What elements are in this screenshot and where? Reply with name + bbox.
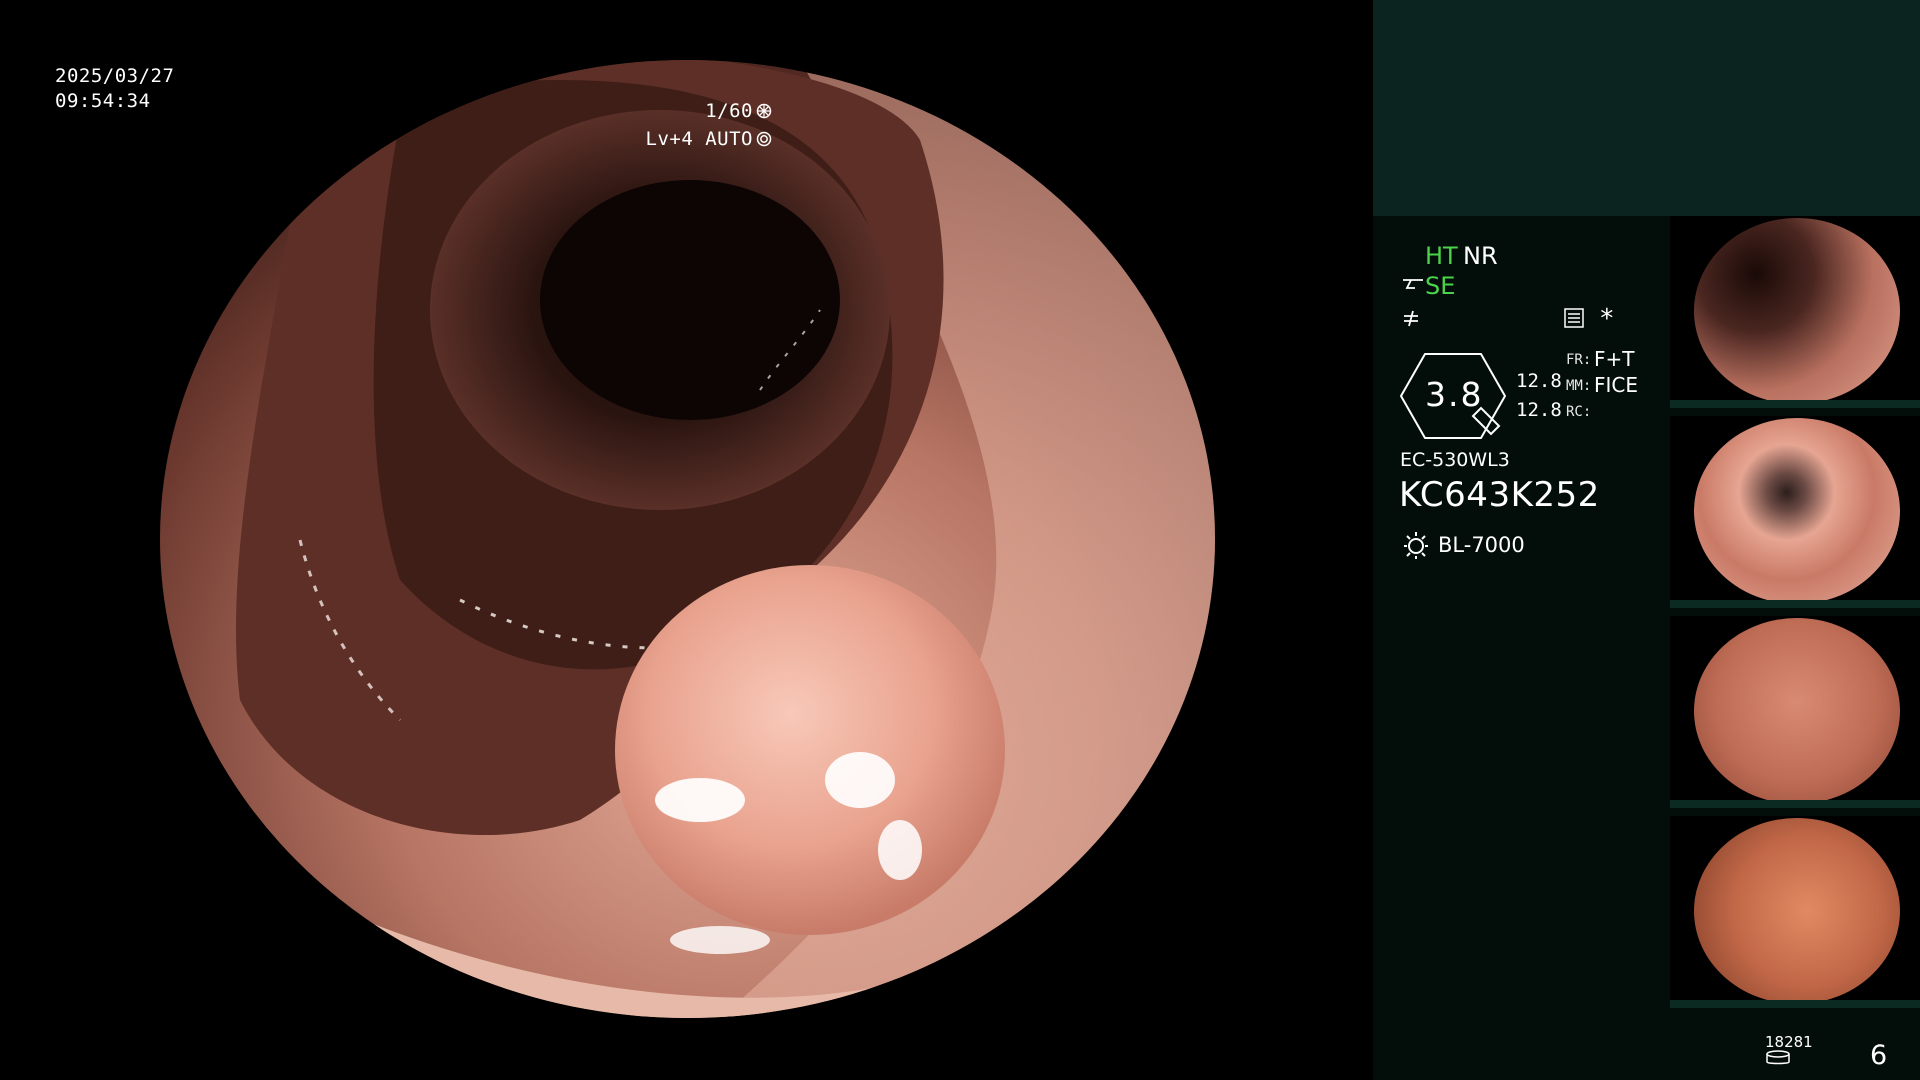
thumbnail-2[interactable]: [1670, 416, 1920, 608]
mm-value: FICE: [1594, 373, 1639, 397]
lamp-icon: [1404, 532, 1428, 559]
nr-indicator: NR: [1463, 242, 1498, 270]
fr-value: F+T: [1594, 347, 1635, 371]
scope-model: EC-530WL3: [1400, 449, 1510, 471]
endoscope-view: 2025/03/27 09:54:34 1/60 Lv+4 AUTO: [0, 0, 1373, 1080]
iris-icon: [756, 131, 772, 147]
thumbnail-4[interactable]: [1670, 816, 1920, 1008]
ht-indicator: HT: [1425, 242, 1458, 270]
star-indicator: *: [1599, 304, 1615, 334]
shutter-speed-value: 1/60: [705, 100, 753, 122]
iris-level-value: Lv+4 AUTO: [645, 128, 753, 150]
endoscope-image: [160, 60, 1215, 1018]
rc-label: RC:: [1566, 404, 1592, 420]
mm-label: MM:: [1566, 378, 1592, 394]
shutter-speed: 1/60: [705, 99, 772, 124]
fr-label: FR:: [1566, 352, 1592, 368]
light-source: BL-7000: [1438, 533, 1525, 557]
panel-header-area: [1373, 0, 1920, 216]
shutter-gear-icon: [756, 103, 772, 119]
se-indicator: SE: [1425, 272, 1456, 300]
value-lower: 12.8: [1516, 399, 1562, 421]
zoom-value: 3.8: [1425, 375, 1484, 414]
info-panel: HT NR SE * 3.8 12.8 12.8 FR: F+T MM: FIC…: [1373, 0, 1920, 1080]
capture-time: 09:54:34: [55, 90, 151, 112]
noise-icon: [1404, 310, 1418, 327]
image-count: 18281: [1765, 1033, 1813, 1051]
iris-level: Lv+4 AUTO: [646, 127, 772, 152]
thumbnail-1[interactable]: [1670, 216, 1920, 408]
capture-date: 2025/03/27: [55, 65, 175, 87]
scope-serial: KC643K252: [1399, 475, 1600, 515]
colon-lumen-image: [160, 60, 1215, 1018]
value-upper: 12.8: [1516, 370, 1562, 392]
structure-enhance-icon: [1403, 279, 1423, 289]
thumbnail-3[interactable]: [1670, 616, 1920, 808]
storage-icon: [1766, 1050, 1790, 1065]
menu-icon: [1564, 308, 1584, 328]
page-number: 6: [1870, 1040, 1888, 1071]
